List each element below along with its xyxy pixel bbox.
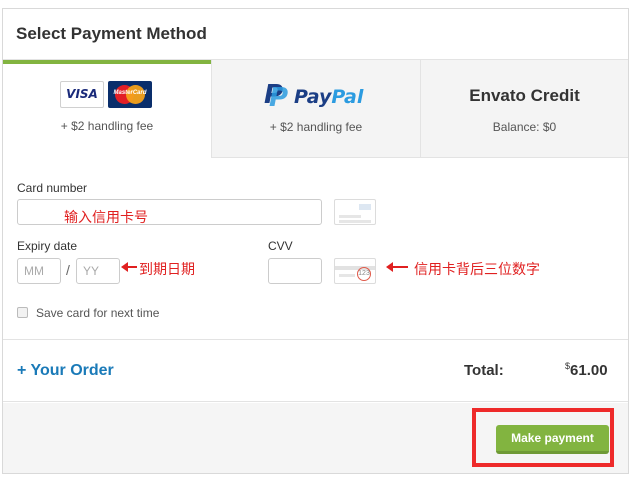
tab-paypal[interactable]: PP PayPal + $2 handling fee [211,60,420,158]
expiry-separator: / [66,262,70,278]
tab-paypal-fee: + $2 handling fee [269,120,363,134]
tab-envato-balance: Balance: $0 [492,120,557,134]
highlight-box [472,408,614,467]
card-front-icon [334,199,376,225]
expiry-month-input[interactable]: MM [17,258,61,284]
expiry-arrow-icon [121,262,137,272]
card-number-input[interactable] [17,199,322,225]
page-title: Select Payment Method [16,24,207,43]
card-number-annotation: 输入信用卡号 [64,210,148,226]
expiry-date-label: Expiry date [17,239,78,253]
cvv-input[interactable] [268,258,322,284]
card-back-icon: 123 [334,258,376,284]
tab-credit-card-fee: + $2 handling fee [60,119,154,133]
visa-logo-icon: VISA [60,81,104,108]
tab-envato-credit[interactable]: Envato Credit Balance: $0 [420,60,628,158]
cvv-annotation: 信用卡背后三位数字 [414,262,540,278]
tab-credit-card[interactable]: VISA MasterCard + $2 handling fee [3,60,211,158]
panel-header: Select Payment Method [3,9,628,60]
your-order-toggle[interactable]: + Your Order [17,362,114,380]
total-label: Total: [464,362,504,379]
expiry-year-input[interactable]: YY [76,258,120,284]
card-logos: VISA MasterCard [60,81,152,109]
payment-panel: Select Payment Method VISA MasterCard + … [2,8,629,474]
cvv-arrow-icon [386,262,408,272]
paypal-logo-icon: PP PayPal [264,80,364,113]
save-card-label: Save card for next time [36,306,160,320]
cvv-label: CVV [268,239,293,253]
mastercard-logo-icon: MasterCard [108,81,152,108]
payment-method-tabs: VISA MasterCard + $2 handling fee PP Pay… [3,60,628,158]
expiry-annotation: 到期日期 [139,262,195,278]
save-card-checkbox[interactable] [17,307,28,318]
total-amount: $61.00 [565,361,608,379]
card-number-label: Card number [17,181,88,195]
tab-envato-title: Envato Credit [469,86,580,105]
order-summary-row: + Your Order Total: $61.00 [3,339,628,402]
